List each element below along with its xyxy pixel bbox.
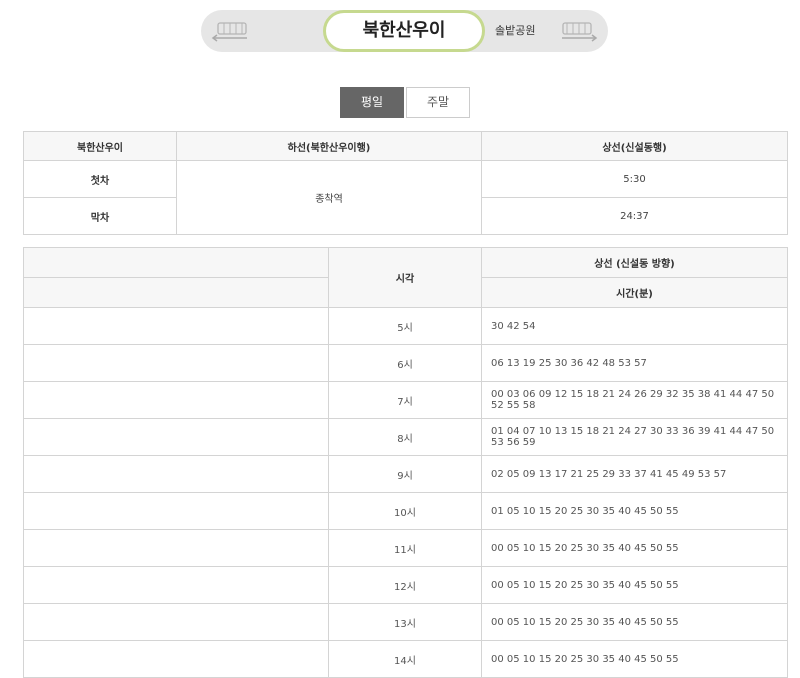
down-minutes-cell — [23, 307, 329, 345]
day-type-tabs: 평일 주말 — [340, 87, 470, 118]
timetable: 시각 상선 (신설동 방향) 시간(분) 5시 30 42 54 6시 06 13 1… — [23, 247, 788, 678]
last-train-up-time: 24:37 — [481, 197, 788, 235]
hour-cell: 14시 — [328, 640, 482, 678]
down-minutes-cell — [23, 344, 329, 382]
up-minutes-cell: 00 03 06 09 12 15 18 21 24 26 29 32 35 3… — [481, 381, 788, 419]
up-minutes-cell: 02 05 09 13 17 21 25 29 33 37 41 45 49 5… — [481, 455, 788, 493]
down-minutes-cell — [23, 455, 329, 493]
hour-cell: 11시 — [328, 529, 482, 567]
up-minutes-cell: 00 05 10 15 20 25 30 35 40 45 50 55 — [481, 529, 788, 567]
table-row: 13시 00 05 10 15 20 25 30 35 40 45 50 55 — [23, 603, 788, 641]
up-direction-header: 상선(신설동행) — [481, 131, 788, 161]
up-minutes-cell: 01 04 07 10 13 15 18 21 24 27 30 33 36 3… — [481, 418, 788, 456]
hour-cell: 6시 — [328, 344, 482, 382]
hour-cell: 9시 — [328, 455, 482, 493]
up-minutes-cell: 00 05 10 15 20 25 30 35 40 45 50 55 — [481, 566, 788, 604]
hour-cell: 8시 — [328, 418, 482, 456]
hour-cell: 12시 — [328, 566, 482, 604]
previous-train-arrow-icon[interactable] — [211, 20, 249, 42]
up-minutes-cell: 00 05 10 15 20 25 30 35 40 45 50 55 — [481, 603, 788, 641]
next-station-link[interactable]: 솔밭공원 — [495, 10, 535, 52]
first-train-label: 첫차 — [23, 160, 177, 198]
down-minutes-cell — [23, 603, 329, 641]
hour-cell: 10시 — [328, 492, 482, 530]
down-minutes-cell — [23, 418, 329, 456]
table-row: 9시 02 05 09 13 17 21 25 29 33 37 41 45 49… — [23, 455, 788, 493]
next-train-arrow-icon[interactable] — [560, 20, 598, 42]
down-terminal-cell: 종착역 — [176, 160, 482, 235]
up-minutes-cell: 00 05 10 15 20 25 30 35 40 45 50 55 — [481, 640, 788, 678]
time-column-header: 시각 — [328, 247, 482, 308]
tab-weekday[interactable]: 평일 — [340, 87, 404, 118]
table-row: 11시 00 05 10 15 20 25 30 35 40 45 50 55 — [23, 529, 788, 567]
table-row: 14시 00 05 10 15 20 25 30 35 40 45 50 55 — [23, 640, 788, 678]
down-minutes-cell — [23, 566, 329, 604]
table-row: 5시 30 42 54 — [23, 307, 788, 345]
up-direction-header: 상선 (신설동 방향) — [481, 247, 788, 278]
down-empty-header — [23, 247, 329, 278]
table-row: 7시 00 03 06 09 12 15 18 21 24 26 29 32 35… — [23, 381, 788, 419]
down-minutes-cell — [23, 492, 329, 530]
table-row: 6시 06 13 19 25 30 36 42 48 53 57 — [23, 344, 788, 382]
last-train-label: 막차 — [23, 197, 177, 235]
up-minutes-cell: 01 05 10 15 20 25 30 35 40 45 50 55 — [481, 492, 788, 530]
first-train-up-time: 5:30 — [481, 160, 788, 198]
table-row: 8시 01 04 07 10 13 15 18 21 24 27 30 33 36… — [23, 418, 788, 456]
table-row: 10시 01 05 10 15 20 25 30 35 40 45 50 55 — [23, 492, 788, 530]
station-column-header: 북한산우이 — [23, 131, 177, 161]
down-minutes-cell — [23, 381, 329, 419]
tab-weekend[interactable]: 주말 — [406, 87, 470, 118]
down-minutes-cell — [23, 640, 329, 678]
up-minutes-cell: 30 42 54 — [481, 307, 788, 345]
hour-cell: 5시 — [328, 307, 482, 345]
minutes-column-header: 시간(분) — [481, 277, 788, 308]
up-minutes-cell: 06 13 19 25 30 36 42 48 53 57 — [481, 344, 788, 382]
hour-cell: 7시 — [328, 381, 482, 419]
current-station-name: 북한산우이 — [323, 10, 485, 52]
down-direction-header: 하선(북한산우이행) — [176, 131, 482, 161]
first-last-train-table: 북한산우이 하선(북한산우이행) 상선(신설동행) 첫차 종착역 5:30 막차… — [23, 131, 788, 235]
table-row: 12시 00 05 10 15 20 25 30 35 40 45 50 55 — [23, 566, 788, 604]
down-minutes-cell — [23, 529, 329, 567]
station-navigation-bar: 북한산우이 솔밭공원 — [201, 10, 608, 52]
hour-cell: 13시 — [328, 603, 482, 641]
down-empty-subheader — [23, 277, 329, 308]
